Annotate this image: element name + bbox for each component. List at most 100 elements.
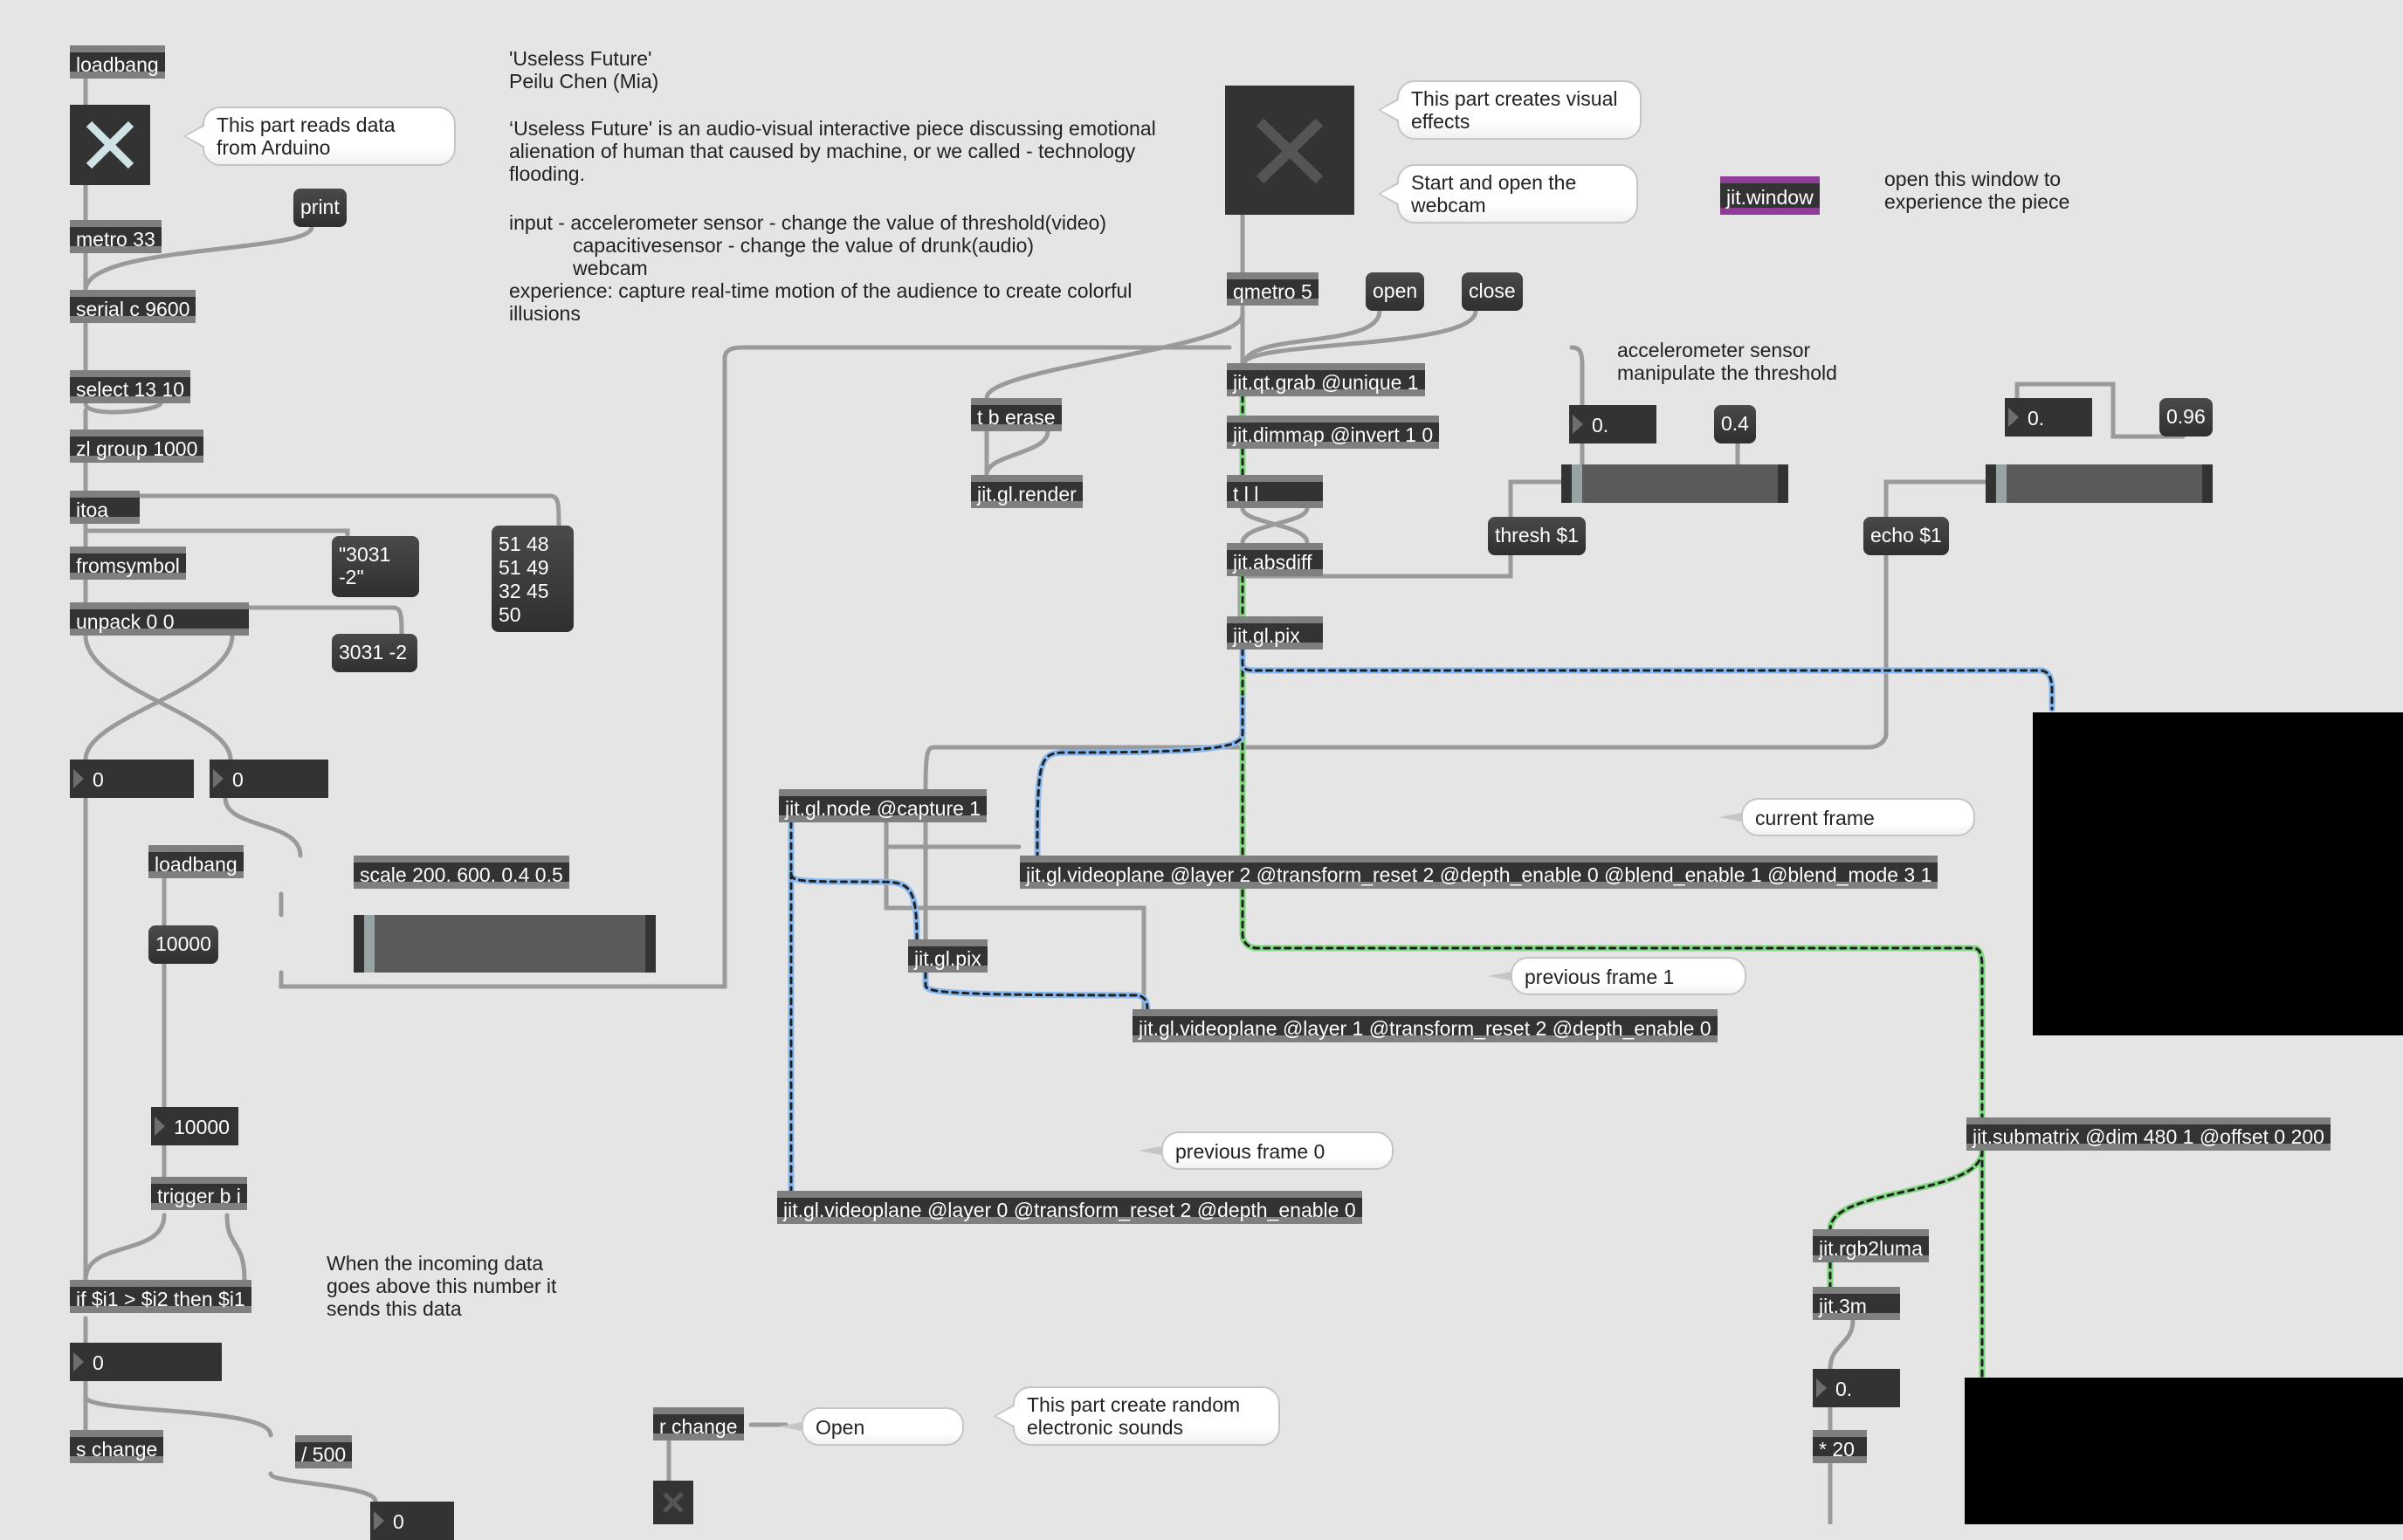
previous-frame-1-bubble: previous frame 1: [1488, 957, 1746, 995]
videoplane-layer-0[interactable]: jit.gl.videoplane @layer 0 @transform_re…: [777, 1191, 1362, 1224]
videoplane-layer-1[interactable]: jit.gl.videoplane @layer 1 @transform_re…: [1133, 1009, 1718, 1042]
current-frame-bubble: current frame: [1718, 798, 1975, 836]
zl-group-object[interactable]: zl group 1000: [70, 430, 204, 463]
bubble-text: This part creates visual effects: [1411, 87, 1618, 133]
jit-absdiff-object[interactable]: jit.absdiff: [1227, 543, 1323, 576]
open-bubble: Open: [779, 1407, 964, 1446]
if-object[interactable]: if $i1 > $i2 then $i1: [70, 1280, 251, 1313]
loadbang2-object[interactable]: loadbang: [148, 845, 244, 878]
slider-knob[interactable]: [364, 915, 375, 973]
videoplane-layer-2[interactable]: jit.gl.videoplane @layer 2 @transform_re…: [1020, 856, 1938, 889]
t-b-erase-object[interactable]: t b erase: [971, 398, 1062, 431]
trigger-object[interactable]: trigger b i: [151, 1177, 247, 1210]
thresh-message[interactable]: thresh $1: [1488, 517, 1586, 555]
bytes-message[interactable]: 51 48 51 49 32 45 50: [492, 526, 574, 632]
jit-gl-node-object[interactable]: jit.gl.node @capture 1: [779, 789, 988, 822]
qmetro-object[interactable]: qmetro 5: [1227, 272, 1319, 306]
patch-cord: [1242, 308, 1382, 366]
thresh-slider[interactable]: [1561, 464, 1788, 503]
comment-bubble-visual: This part creates visual effects: [1378, 80, 1642, 140]
loadbang-object[interactable]: loadbang: [70, 45, 165, 79]
toggle-audio[interactable]: [653, 1481, 693, 1524]
x-icon: [86, 120, 134, 169]
comment-bubble-sounds: This part create random electronic sound…: [994, 1386, 1280, 1446]
print-message[interactable]: print: [293, 189, 347, 227]
patch-cord: [923, 553, 1889, 792]
patch-cord: [224, 1213, 247, 1282]
send-change-object[interactable]: s change: [70, 1430, 164, 1463]
bubble-text: This part create random electronic sound…: [1027, 1393, 1241, 1439]
fromsymbol-object[interactable]: fromsymbol: [70, 547, 186, 580]
patch-cord: [1828, 1317, 1856, 1372]
scale-slider[interactable]: [354, 915, 656, 973]
number-box-divide-output[interactable]: 0: [370, 1502, 454, 1540]
patch-cord: [1883, 479, 1990, 519]
thresh-number-box[interactable]: 0.: [1569, 405, 1656, 443]
jit-dimmap-object[interactable]: jit.dimmap @invert 1 0: [1227, 416, 1440, 449]
previous-frame-0-bubble: previous frame 0: [1139, 1131, 1394, 1170]
toggle-visual[interactable]: [1225, 86, 1354, 215]
window-comment: open this window to experience the piece: [1884, 168, 2070, 213]
toggle-serial[interactable]: [70, 105, 150, 185]
scale-object[interactable]: scale 200. 600. 0.4 0.5: [354, 856, 569, 889]
echo-number-box[interactable]: 0.: [2005, 398, 2092, 437]
open-message[interactable]: open: [1366, 272, 1425, 311]
patch-cord: [279, 345, 1232, 989]
number-box-left[interactable]: 0: [70, 760, 194, 798]
patch-cord: [83, 1213, 167, 1282]
bubble-text: Start and open the webcam: [1411, 171, 1577, 217]
close-message[interactable]: close: [1462, 272, 1523, 311]
thresh-preset-message[interactable]: 0.4: [1714, 405, 1756, 443]
slider-knob[interactable]: [1572, 464, 1582, 503]
texture-cord-dash: [789, 648, 2054, 1193]
jit-3m-object[interactable]: jit.3m: [1813, 1287, 1900, 1320]
serial-object[interactable]: serial c 9600: [70, 290, 196, 323]
input-line-3: webcam: [573, 257, 648, 279]
bubble-text: This part reads data from Arduino: [217, 113, 396, 159]
echo-message[interactable]: echo $1: [1863, 517, 1949, 555]
piece-title: 'Useless Future': [509, 47, 652, 70]
symbol-message[interactable]: "3031 -2": [332, 536, 419, 597]
metro-object[interactable]: metro 33: [70, 220, 162, 253]
comment-bubble-webcam: Start and open the webcam: [1378, 164, 1638, 223]
description-body: ‘Useless Future' is an audio-visual inte…: [509, 117, 1156, 185]
jit-window-object[interactable]: jit.window: [1720, 176, 1820, 215]
patch-cord: [984, 429, 1050, 478]
jit-gl-render-object[interactable]: jit.gl.render: [971, 475, 1083, 508]
number-box-right[interactable]: 0: [210, 760, 328, 798]
bubble-text: previous frame 1: [1525, 966, 1675, 988]
list-message[interactable]: 3031 -2: [332, 634, 417, 672]
patch-cord: [884, 820, 1022, 849]
unpack-object[interactable]: unpack 0 0: [70, 602, 249, 636]
threshold-comment: When the incoming data goes above this n…: [327, 1252, 557, 1320]
divide-object[interactable]: / 500: [295, 1435, 353, 1468]
patch-cord: [83, 528, 350, 539]
jit-rgb2luma-object[interactable]: jit.rgb2luma: [1813, 1229, 1929, 1262]
jit-gl-pix-object[interactable]: jit.gl.pix: [1227, 616, 1323, 650]
luma-number-box[interactable]: 0.: [1813, 1369, 1900, 1407]
message-10000[interactable]: 10000: [148, 925, 218, 964]
patch-cord: [83, 633, 235, 762]
patch-cord: [1240, 505, 1310, 546]
patch-cord: [83, 401, 163, 432]
patch-cord: [984, 312, 1245, 401]
select-object[interactable]: select 13 10: [70, 370, 191, 403]
jit-gl-pix-2-object[interactable]: jit.gl.pix: [908, 939, 988, 973]
receive-change-object[interactable]: r change: [653, 1407, 744, 1440]
number-box-10000[interactable]: 10000: [151, 1107, 238, 1145]
itoa-object[interactable]: itoa: [70, 491, 140, 524]
experience-text: experience: capture real-time motion of …: [509, 279, 1133, 325]
echo-slider[interactable]: [1986, 464, 2213, 503]
bubble-text: previous frame 0: [1175, 1140, 1325, 1163]
t-l-l-object[interactable]: t l l: [1227, 475, 1323, 508]
jit-qt-grab-object[interactable]: jit.qt.grab @unique 1: [1227, 363, 1425, 396]
matrix-display: [1965, 1378, 2403, 1524]
input-line-2: capacitivesensor - change the value of d…: [573, 234, 1035, 257]
number-box-if-output[interactable]: 0: [70, 1343, 222, 1381]
multiply-object[interactable]: * 20: [1813, 1430, 1867, 1463]
patch-cord: [126, 493, 561, 528]
slider-knob[interactable]: [1996, 464, 2007, 503]
echo-preset-message[interactable]: 0.96: [2159, 398, 2213, 437]
patch-cord: [1508, 479, 1566, 519]
jit-submatrix-object[interactable]: jit.submatrix @dim 480 1 @offset 0 200: [1966, 1117, 2331, 1151]
